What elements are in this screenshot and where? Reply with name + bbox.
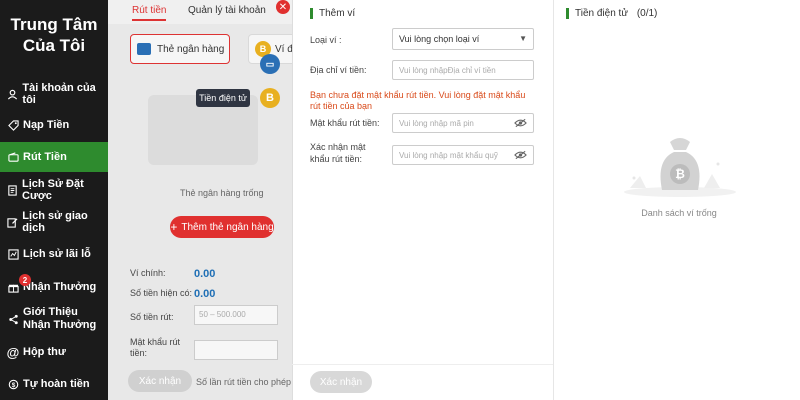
svg-text:₿: ₿ (675, 167, 685, 181)
sidebar-item-profit-history[interactable]: Lịch sử lãi lỗ (0, 242, 108, 266)
confirm-pin-label: Xác nhận mật khẩu rút tiền: (310, 142, 366, 164)
add-wallet-title: Thêm ví (310, 8, 355, 19)
sidebar-item-label: Lịch sử lãi lỗ (23, 248, 91, 260)
empty-wallet-list-text: Danh sách ví trống (641, 208, 717, 218)
sidebar-item-rewards[interactable]: 2 Nhận Thưởng (0, 274, 108, 299)
balance-label: Số tiền hiện có: (130, 288, 193, 298)
withdraw-note: Số lần rút tiền cho phép khả (196, 377, 296, 387)
refund-icon: $ (7, 378, 19, 390)
sidebar-item-label: Tự hoàn tiền (23, 378, 90, 390)
wallet-type-label: Loại ví : (310, 35, 342, 45)
main-pin-input[interactable] (194, 340, 278, 360)
sidebar-item-label: Giới Thiệu Nhận Thưởng (23, 306, 97, 331)
crypto-tooltip: Tiền điện tử (196, 89, 250, 107)
sidebar-title: Trung Tâm Của Tôi (10, 15, 98, 55)
tab-bar: Rút tiền Quản lý tài khoản (108, 0, 298, 24)
crypto-option-label: Ví đ (275, 43, 293, 55)
crypto-wallets-title-text: Tiền điện tử (575, 8, 629, 19)
confirm-button[interactable]: Xác nhận (310, 371, 372, 393)
notification-badge: 2 (19, 274, 31, 286)
main-pin-label: Mật khẩu rút tiền: (130, 337, 181, 358)
pin-label: Mật khẩu rút tiền: (310, 118, 380, 128)
eye-slash-icon[interactable] (514, 150, 527, 163)
pin-input[interactable]: Vui lòng nhập mã pin (392, 113, 534, 133)
balance-value: 0.00 (194, 288, 216, 300)
sidebar-item-label: Nạp Tiền (23, 119, 70, 131)
main-confirm-button[interactable]: Xác nhận (128, 370, 192, 392)
sidebar-item-label: Lịch sử giao dịch (22, 210, 88, 234)
user-icon (7, 88, 18, 100)
pin-placeholder: Vui lòng nhập mã pin (399, 119, 474, 128)
eye-slash-icon[interactable] (514, 118, 527, 131)
main-wallet-label: Ví chính: (130, 268, 166, 278)
wallet-icon (7, 151, 19, 163)
share-icon (7, 313, 19, 325)
add-bank-label: Thêm thẻ ngân hàng (181, 221, 274, 233)
bank-float-icon[interactable]: ▭ (260, 54, 280, 74)
chevron-down-icon: ▼ (519, 34, 527, 43)
footer-divider (292, 364, 553, 365)
sidebar-item-inbox[interactable]: @ Hộp thư (0, 340, 108, 364)
confirm-pin-placeholder: Vui lòng nhập mật khẩu quỹ (399, 151, 498, 160)
withdraw-amount-input[interactable]: 50 – 500.000 (194, 305, 278, 325)
bank-card-option[interactable]: Thẻ ngân hàng (130, 34, 230, 64)
empty-wallet-illustration: ₿ (600, 130, 750, 200)
tag-icon (7, 119, 19, 131)
crypto-wallets-count: (0/1) (636, 8, 658, 19)
bank-card-label: Thẻ ngân hàng (157, 43, 225, 55)
sidebar-item-my-account[interactable]: Tài khoản của tôi (0, 82, 108, 106)
tab-account-management[interactable]: Quản lý tài khoản (188, 5, 266, 16)
wallet-address-label: Địa chỉ ví tiền: (310, 65, 367, 75)
add-bank-card-button[interactable]: + Thêm thẻ ngân hàng (170, 216, 274, 238)
wallet-type-value: Vui lòng chọn loại ví (399, 34, 480, 44)
sidebar-item-label: Lịch Sử Đặt Cược (22, 178, 84, 202)
panel-divider (553, 0, 554, 400)
sidebar: Trung Tâm Của Tôi Tài khoản của tôi Nạp … (0, 0, 108, 400)
svg-text:$: $ (11, 381, 15, 388)
tab-withdraw[interactable]: Rút tiền (132, 5, 167, 21)
wallet-type-select[interactable]: Vui lòng chọn loại ví ▼ (392, 28, 534, 50)
sidebar-item-auto-refund[interactable]: $ Tự hoàn tiền (0, 372, 108, 396)
empty-bank-text: Thẻ ngân hàng trống (180, 188, 264, 198)
close-icon[interactable]: ✕ (276, 0, 290, 14)
sidebar-item-referral[interactable]: Giới Thiệu Nhận Thưởng (0, 304, 108, 334)
gift-icon: 2 (7, 274, 31, 293)
plus-icon: + (170, 220, 178, 234)
sidebar-item-withdraw[interactable]: Rút Tiền (0, 142, 108, 172)
bank-card-icon (137, 43, 151, 55)
sidebar-item-bet-history[interactable]: Lịch Sử Đặt Cược (0, 178, 108, 202)
wallet-address-input[interactable]: Vui lòng nhậpĐịa chỉ ví tiền (392, 60, 534, 80)
sidebar-item-label: Hộp thư (23, 346, 66, 358)
withdraw-amount-label: Số tiền rút: (130, 312, 174, 322)
bitcoin-float-icon[interactable]: B (260, 88, 280, 108)
edit-icon (7, 216, 18, 228)
at-icon: @ (6, 344, 20, 360)
sidebar-item-transaction-history[interactable]: Lịch sử giao dịch (0, 210, 108, 234)
confirm-pin-input[interactable]: Vui lòng nhập mật khẩu quỹ (392, 145, 534, 165)
crypto-wallets-title: Tiền điện tử (0/1) (566, 8, 657, 19)
sidebar-item-deposit[interactable]: Nạp Tiền (0, 113, 108, 137)
sidebar-item-label: Rút Tiền (23, 151, 67, 163)
sidebar-item-label: Nhận Thưởng (23, 281, 97, 293)
sidebar-item-label: Tài khoản của tôi (22, 82, 96, 106)
main-wallet-value: 0.00 (194, 268, 216, 280)
chart-icon (7, 248, 19, 260)
document-icon (7, 184, 18, 196)
pin-warning-text: Bạn chưa đặt mật khẩu rút tiền. Vui lòng… (310, 90, 526, 111)
